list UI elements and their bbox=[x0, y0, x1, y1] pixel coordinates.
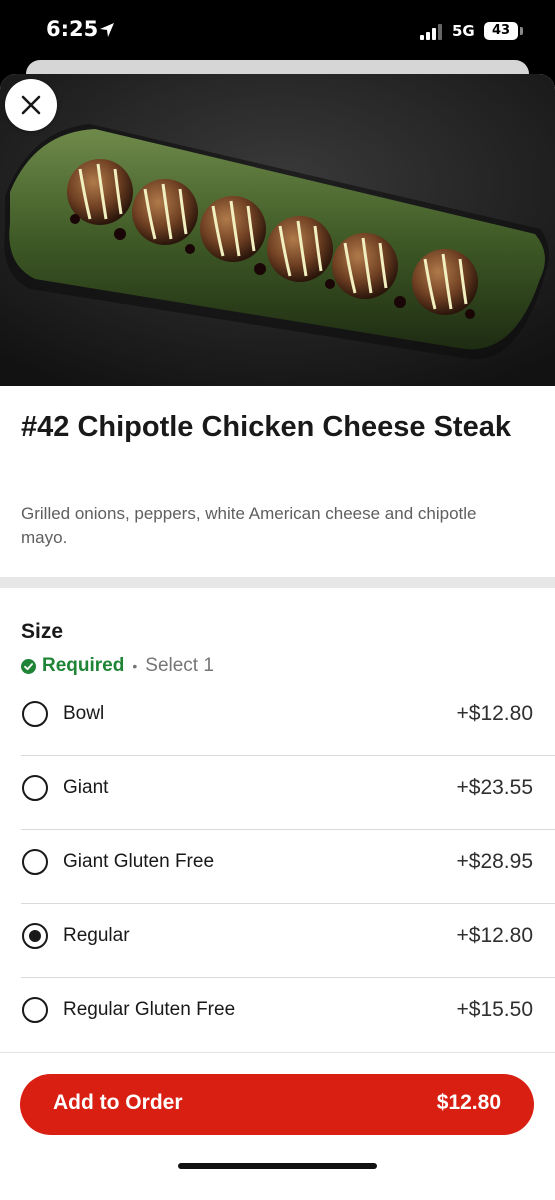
size-requirement: Required • Select 1 bbox=[21, 654, 214, 678]
item-title: #42 Chipotle Chicken Cheese Steak bbox=[21, 411, 511, 443]
add-to-order-label: Add to Order bbox=[53, 1091, 183, 1114]
location-arrow-icon bbox=[100, 23, 114, 37]
size-option-regular-gluten-free[interactable]: Regular Gluten Free +$15.50 bbox=[0, 978, 555, 1052]
radio-button-selected[interactable] bbox=[22, 923, 48, 949]
option-label: Giant Gluten Free bbox=[63, 851, 215, 872]
radio-button[interactable] bbox=[22, 849, 48, 875]
select-count: Select 1 bbox=[145, 655, 214, 676]
required-label: Required bbox=[42, 655, 125, 676]
home-indicator[interactable] bbox=[178, 1163, 377, 1169]
status-time: 6:25 bbox=[46, 17, 99, 41]
size-option-bowl[interactable]: Bowl +$12.80 bbox=[0, 682, 555, 756]
item-photo bbox=[0, 74, 555, 386]
option-price: +$12.80 bbox=[456, 924, 534, 947]
order-footer: Add to Order $12.80 bbox=[0, 1052, 555, 1200]
option-price: +$23.55 bbox=[456, 776, 534, 799]
signal-icon bbox=[420, 24, 442, 40]
size-option-giant-gluten-free[interactable]: Giant Gluten Free +$28.95 bbox=[0, 830, 555, 904]
item-description: Grilled onions, peppers, white American … bbox=[21, 504, 477, 547]
order-total: $12.80 bbox=[436, 1091, 501, 1114]
section-divider bbox=[0, 577, 555, 588]
size-section-title: Size bbox=[21, 620, 64, 643]
radio-button[interactable] bbox=[22, 997, 48, 1023]
radio-button[interactable] bbox=[22, 701, 48, 727]
battery-icon: 43 bbox=[484, 22, 518, 40]
option-price: +$15.50 bbox=[456, 998, 534, 1021]
size-option-giant[interactable]: Giant +$23.55 bbox=[0, 756, 555, 830]
check-circle-icon bbox=[21, 658, 36, 674]
radio-button[interactable] bbox=[22, 775, 48, 801]
close-button[interactable] bbox=[5, 79, 57, 131]
battery-tip bbox=[520, 27, 523, 35]
close-icon bbox=[21, 95, 41, 115]
add-to-order-button[interactable]: Add to Order $12.80 bbox=[20, 1074, 534, 1135]
size-option-regular[interactable]: Regular +$12.80 bbox=[0, 904, 555, 978]
option-label: Regular Gluten Free bbox=[63, 999, 236, 1020]
option-label: Giant bbox=[63, 777, 109, 798]
item-detail-sheet: #42 Chipotle Chicken Cheese Steak Grille… bbox=[0, 74, 555, 1200]
option-price: +$28.95 bbox=[456, 850, 534, 873]
status-bar: 6:25 5G 43 bbox=[0, 0, 555, 64]
option-label: Bowl bbox=[63, 703, 105, 724]
option-price: +$12.80 bbox=[456, 702, 534, 725]
option-label: Regular bbox=[63, 925, 130, 946]
network-type: 5G bbox=[452, 22, 475, 40]
separator-dot: • bbox=[132, 658, 138, 674]
